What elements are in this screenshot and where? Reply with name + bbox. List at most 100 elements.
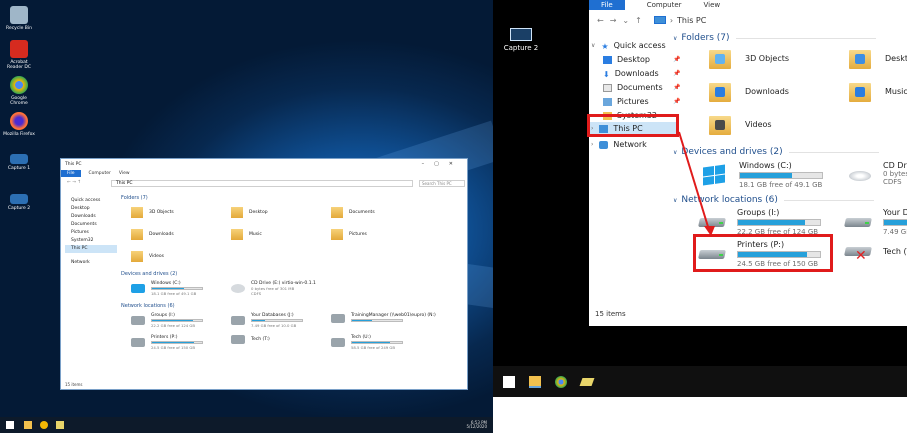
drive-name: Groups (I:)	[737, 208, 780, 217]
start-icon[interactable]	[6, 421, 14, 429]
drive-name: Windows (C:)	[151, 281, 181, 286]
section-label: Devices and drives (2)	[681, 147, 783, 157]
file-explorer-icon[interactable]	[529, 376, 541, 388]
folder-downloads[interactable]: Downloads	[709, 80, 789, 102]
desktop-icon-chrome[interactable]: Google Chrome	[2, 76, 36, 106]
folder-pictures[interactable]: Pictures	[331, 229, 367, 240]
chevron-right-icon[interactable]: ›	[591, 141, 593, 148]
content-pane: ∨ Folders (7) 3D Objects Desktop Downloa…	[673, 0, 907, 326]
chevron-down-icon[interactable]: ∨	[591, 42, 595, 49]
capture-icon	[10, 154, 28, 164]
desktop-icon-capture-1[interactable]: Capture 1	[2, 154, 36, 171]
window-controls[interactable]: –▢✕	[422, 161, 463, 167]
folders-header: Folders (7)	[121, 195, 148, 201]
nav-item-network[interactable]: Network	[65, 259, 117, 267]
nav-item-network[interactable]: › Network	[591, 138, 647, 151]
nav-item-downloads[interactable]: Downloads	[65, 213, 117, 221]
nav-item-pictures[interactable]: Pictures	[65, 229, 117, 237]
nav-label: Quick access	[613, 41, 666, 50]
folder-3d-objects[interactable]: 3D Objects	[131, 207, 174, 218]
desktop-icon-capture-2[interactable]: Capture 2	[501, 28, 541, 52]
folder-music[interactable]: Music	[849, 80, 907, 102]
nav-item-downloads[interactable]: ⬇ Downloads 📌	[603, 67, 680, 80]
search-input[interactable]: Search This PC	[419, 180, 465, 187]
drive-name: Your Databa	[883, 208, 907, 217]
network-drive-training[interactable]: TrainingManager (\\web01\eupro) (N:)	[331, 313, 436, 323]
desktop-icon-recycle-bin[interactable]: Recycle Bin	[2, 6, 36, 31]
tab-file[interactable]: File	[61, 169, 81, 177]
drive-c[interactable]: Windows (C:) 18.1 GB free of 49.1 GB	[131, 281, 203, 296]
highlight-printers-drive	[693, 234, 833, 272]
drives-header[interactable]: ∨ Devices and drives (2)	[673, 147, 879, 157]
network-drive-groups[interactable]: Groups (I:) 22.2 GB free of 124 GB	[131, 313, 203, 328]
app-icon[interactable]	[579, 378, 595, 386]
nav-arrows-icon[interactable]: ←→⌄↑	[597, 16, 648, 25]
folder-videos[interactable]: Videos	[131, 251, 164, 262]
file-explorer-icon[interactable]	[24, 421, 32, 429]
firefox-icon	[10, 112, 28, 130]
address-bar[interactable]: This PC	[111, 180, 413, 187]
nav-item-this-pc[interactable]: This PC	[65, 245, 117, 253]
folder-label: Videos	[745, 119, 772, 129]
folder-3d-objects[interactable]: 3D Objects	[709, 47, 789, 69]
drive-usage-bar	[883, 219, 907, 226]
drive-name: Your Databases (J:)	[251, 313, 294, 318]
nav-item-desktop[interactable]: Desktop 📌	[603, 53, 680, 66]
tab-view[interactable]: View	[119, 171, 130, 176]
app-icon[interactable]	[56, 421, 64, 429]
network-drive-databases[interactable]: Your Databases (J:) 7.49 GB free of 10.0 …	[231, 313, 303, 328]
windows-logo-icon	[703, 164, 725, 186]
folder-icon	[709, 80, 731, 102]
composite-screenshot: Recycle Bin Acrobat Reader DC Google Chr…	[0, 0, 907, 433]
network-drive-tech-t[interactable]: ✕ Tech (T:)	[845, 242, 907, 264]
ribbon-tabs: File Computer View	[61, 169, 467, 177]
nav-item-quick-access[interactable]: Quick access	[65, 197, 117, 205]
recycle-bin-icon	[10, 6, 28, 24]
tab-computer[interactable]: Computer	[89, 171, 111, 176]
folder-downloads[interactable]: Downloads	[131, 229, 174, 240]
desktop-icon-label: Acrobat Reader DC	[7, 60, 31, 70]
disconnected-drive-icon	[231, 335, 245, 344]
nav-item-quick-access[interactable]: ∨ ★ Quick access	[591, 39, 666, 52]
chrome-icon[interactable]	[555, 376, 567, 388]
nav-item-pictures[interactable]: Pictures 📌	[603, 95, 680, 108]
drive-name: TrainingManager (\\web01\eupro) (N:)	[351, 313, 436, 318]
drive-e[interactable]: CD Drive (E 0 bytes fre CDFS	[849, 161, 907, 186]
folder-documents[interactable]: Documents	[331, 207, 375, 218]
drive-usage-bar	[351, 319, 403, 322]
drive-free-text: 18.1 GB free of 49.1 GB	[151, 291, 197, 296]
desktop-icon-firefox[interactable]: Mozilla Firefox	[2, 112, 36, 137]
start-icon[interactable]	[503, 376, 515, 388]
drive-e[interactable]: CD Drive (E:) virtio-win-0.1.1 0 bytes fr…	[231, 281, 316, 296]
network-header[interactable]: ∨ Network locations (6)	[673, 195, 874, 205]
disconnected-drive-icon: ✕	[845, 242, 873, 263]
tab-file[interactable]: File	[589, 0, 625, 10]
folder-desktop[interactable]: Desktop	[231, 207, 268, 218]
chrome-icon[interactable]	[40, 421, 48, 429]
nav-item-system32[interactable]: System32	[65, 237, 117, 245]
network-drive-tech-u[interactable]: Tech (U:) 58.5 GB free of 249 GB	[331, 335, 403, 350]
folder-icon	[231, 229, 243, 240]
network-drive-groups[interactable]: Groups (I:) 22.2 GB free of 124 GB	[699, 208, 821, 236]
nav-item-documents[interactable]: Documents	[65, 221, 117, 229]
desktop-icon-acrobat[interactable]: Acrobat Reader DC	[2, 40, 36, 70]
drive-c[interactable]: Windows (C:) 18.1 GB free of 49.1 GB	[703, 161, 823, 189]
system-tray[interactable]: 6:53 PM 5/12/2020	[466, 421, 487, 429]
nav-arrows-icon[interactable]: ← → ↑	[67, 180, 81, 185]
network-header: Network locations (6)	[121, 303, 175, 309]
desktop-icon-label: Recycle Bin	[6, 26, 32, 31]
desktop-icon-capture-2[interactable]: Capture 2	[2, 194, 36, 211]
folder-icon	[709, 113, 731, 135]
network-drive-databases[interactable]: Your Databa 7.49 GB free	[845, 208, 907, 236]
nav-item-documents[interactable]: Documents 📌	[603, 81, 680, 94]
network-drive-tech-t[interactable]: Tech (T:)	[231, 335, 270, 344]
nav-item-desktop[interactable]: Desktop	[65, 205, 117, 213]
status-item-count: 15 items	[595, 310, 626, 318]
content-pane: Folders (7) 3D Objects Desktop Documents…	[121, 195, 467, 379]
tab-computer[interactable]: Computer	[647, 1, 682, 9]
folder-videos[interactable]: Videos	[709, 113, 772, 135]
folder-desktop[interactable]: Desktop	[849, 47, 907, 69]
folders-header[interactable]: ∨ Folders (7)	[673, 33, 876, 43]
network-drive-printers[interactable]: Printers (P:) 24.5 GB free of 150 GB	[131, 335, 203, 350]
folder-music[interactable]: Music	[231, 229, 262, 240]
